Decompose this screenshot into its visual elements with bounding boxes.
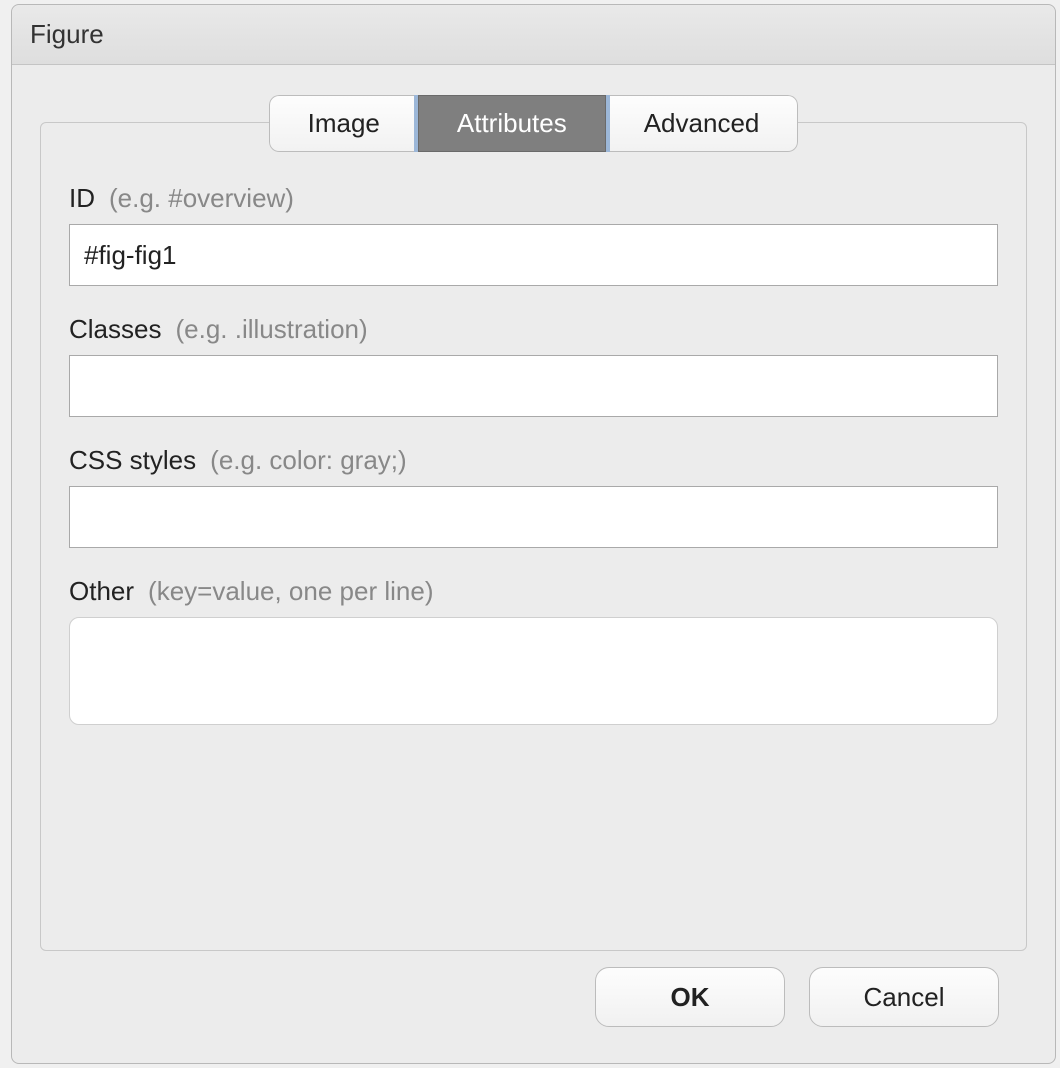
field-classes: Classes (e.g. .illustration) [69,314,998,417]
dialog-button-row: OK Cancel [40,951,1027,1043]
other-label: Other [69,576,134,607]
tab-group: Image Attributes Advanced [269,95,799,152]
field-css: CSS styles (e.g. color: gray;) [69,445,998,548]
figure-dialog: Figure Image Attributes Advanced ID (e.g… [11,4,1056,1064]
attributes-panel: ID (e.g. #overview) Classes (e.g. .illus… [40,122,1027,951]
id-label: ID [69,183,95,214]
css-input[interactable] [69,486,998,548]
classes-input[interactable] [69,355,998,417]
classes-label: Classes [69,314,161,345]
id-input[interactable] [69,224,998,286]
tab-strip: Image Attributes Advanced [40,95,1027,152]
css-hint: (e.g. color: gray;) [210,445,407,476]
other-hint: (key=value, one per line) [148,576,433,607]
other-textarea[interactable] [69,617,998,725]
field-id: ID (e.g. #overview) [69,183,998,286]
tab-attributes[interactable]: Attributes [418,95,606,152]
css-label-row: CSS styles (e.g. color: gray;) [69,445,998,476]
ok-button[interactable]: OK [595,967,785,1027]
field-other: Other (key=value, one per line) [69,576,998,730]
dialog-title: Figure [30,19,104,50]
dialog-content: Image Attributes Advanced ID (e.g. #over… [12,65,1055,1063]
id-hint: (e.g. #overview) [109,183,294,214]
cancel-button[interactable]: Cancel [809,967,999,1027]
classes-label-row: Classes (e.g. .illustration) [69,314,998,345]
dialog-titlebar: Figure [12,5,1055,65]
other-label-row: Other (key=value, one per line) [69,576,998,607]
classes-hint: (e.g. .illustration) [175,314,367,345]
tab-image[interactable]: Image [269,95,418,152]
css-label: CSS styles [69,445,196,476]
id-label-row: ID (e.g. #overview) [69,183,998,214]
tab-advanced[interactable]: Advanced [606,95,799,152]
